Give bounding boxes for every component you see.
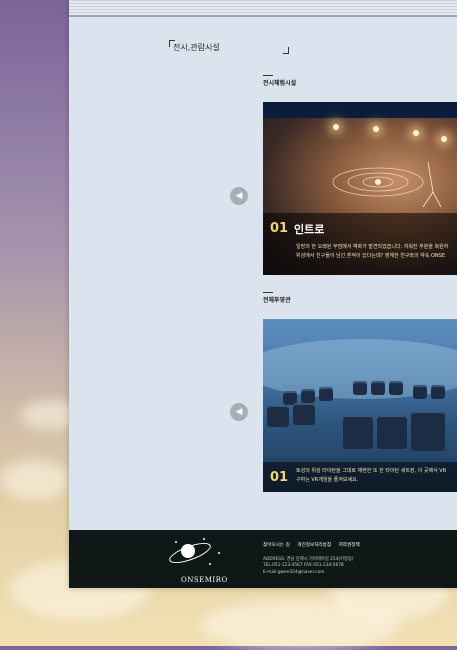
caption-text-line: 구하는 VR게임을 즐겨보세요. <box>296 477 359 483</box>
section-title-bar <box>263 75 273 76</box>
spotlight <box>441 136 447 142</box>
footer-address: ADDRESS: 경남 김해시 가야테마길 254(어방동) <box>263 557 354 562</box>
spotlight <box>333 124 339 130</box>
seat <box>371 381 385 395</box>
section-title-bar <box>263 292 273 293</box>
caption-number: 01 <box>270 221 289 236</box>
prev-slide-button[interactable]: ◀ <box>230 187 248 205</box>
orbit-mural <box>332 161 442 208</box>
seat <box>293 403 315 425</box>
seat <box>343 415 373 449</box>
page-title: 전시,관람시설 <box>173 43 220 52</box>
footer-links: 찾아오시는 길 개인정보처리방침 저작권정책 <box>263 542 366 548</box>
section-title: 전체투영관 <box>263 297 291 304</box>
page-container: 전시,관람시설 전시체험시설 ◀ 01 인트로 일망의 한 오래된 무덤에서 벽… <box>69 0 457 588</box>
seat <box>353 381 367 395</box>
caption-text-line: 위성에서 친구들이 남긴 흔적이 있다는데? 영계한 친구와의 약속 ONSE <box>296 253 445 259</box>
title-bracket-right <box>283 47 289 54</box>
slide-ceiling <box>263 102 457 118</box>
caption-text-line: 토성의 위성 타이탄을 그대로 재현한 또 한 타이탄 세트장, 이 곳에서 V… <box>296 468 447 474</box>
footer-link-directions[interactable]: 찾아오시는 길 <box>263 543 290 548</box>
star-icon <box>175 541 177 543</box>
footer-logo-text: ONSEMIRO <box>181 576 228 584</box>
footer-email: E-mail:gwen324@naver.com <box>263 570 325 575</box>
top-stripe <box>69 0 457 16</box>
footer-link-privacy[interactable]: 개인정보처리방침 <box>297 543 331 548</box>
seat <box>431 385 445 399</box>
slide-caption: 01 토성의 위성 타이탄을 그대로 재현한 또 한 타이탄 세트장, 이 곳에… <box>263 462 457 492</box>
slide-caption: 01 인트로 일망의 한 오래된 무덤에서 벽화가 발견되었습니다. 지워진 부… <box>263 213 457 275</box>
star-icon <box>218 552 220 554</box>
footer-tel-fax: TEL.051-123-4567 FAX.051-234-5678 <box>263 563 344 568</box>
seat <box>377 415 407 449</box>
seat <box>411 411 445 451</box>
caption-text-line: 일망의 한 오래된 무덤에서 벽화가 발견되었습니다. 지워진 부분을 복원하 <box>296 244 449 250</box>
slide-image-theater[interactable]: 01 토성의 위성 타이탄을 그대로 재현한 또 한 타이탄 세트장, 이 곳에… <box>263 319 457 492</box>
star-icon <box>209 563 211 565</box>
top-divider <box>69 15 457 17</box>
prev-slide-button[interactable]: ◀ <box>230 403 248 421</box>
spotlight <box>373 126 379 132</box>
seat <box>413 385 427 399</box>
seat <box>267 405 289 427</box>
seat <box>389 381 403 395</box>
spotlight <box>413 130 419 136</box>
seat <box>301 389 315 403</box>
seat <box>319 387 333 401</box>
section-title: 전시체험시설 <box>263 80 297 87</box>
caption-number: 01 <box>270 470 289 485</box>
footer-link-copyright[interactable]: 저작권정책 <box>339 543 360 548</box>
caption-title: 인트로 <box>294 223 325 236</box>
slide-image-intro[interactable]: 01 인트로 일망의 한 오래된 무덤에서 벽화가 발견되었습니다. 지워진 부… <box>263 102 457 275</box>
cloud-decoration <box>0 460 70 500</box>
star-icon <box>203 538 205 540</box>
